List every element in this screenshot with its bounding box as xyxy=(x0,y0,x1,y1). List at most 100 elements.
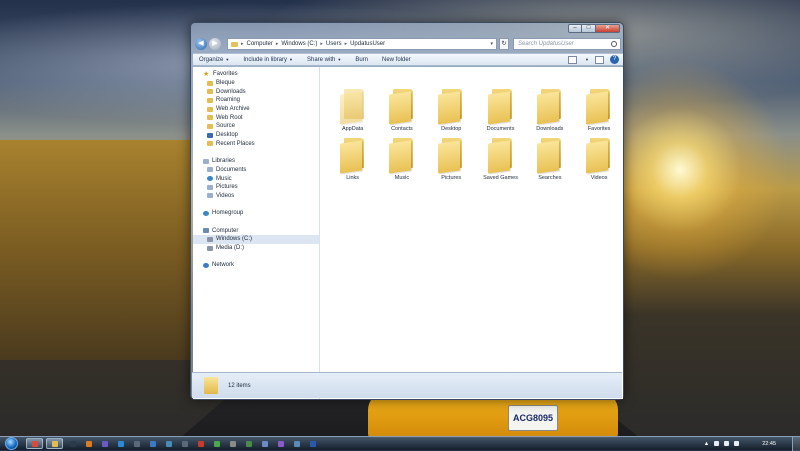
minimize-button[interactable]: – xyxy=(568,24,582,33)
refresh-button[interactable]: ↻ xyxy=(499,38,509,50)
breadcrumb-computer[interactable]: Computer xyxy=(247,41,273,47)
sidebar-item-windows-c[interactable]: Windows (C:) xyxy=(193,235,319,244)
sidebar-item-downloads[interactable]: Downloads xyxy=(193,87,319,96)
folder-item[interactable]: AppData xyxy=(328,89,377,138)
taskbar-explorer-button[interactable] xyxy=(46,438,63,449)
folder-item[interactable]: Links xyxy=(328,137,377,187)
view-controls: ▼ ? xyxy=(568,55,623,64)
taskbar-app-button[interactable] xyxy=(274,438,287,449)
organize-menu[interactable]: Organize ▼ xyxy=(199,57,229,63)
taskbar-app-button[interactable] xyxy=(258,438,271,449)
folder-item[interactable]: Documents xyxy=(476,89,525,138)
taskbar-app-button[interactable] xyxy=(162,438,175,449)
folder-item[interactable]: Pictures xyxy=(427,137,476,187)
volume-icon[interactable] xyxy=(734,441,740,446)
folder-item[interactable]: Videos xyxy=(574,137,623,187)
taskbar-app-button[interactable] xyxy=(146,438,159,449)
show-desktop-button[interactable] xyxy=(792,436,800,451)
folder-item[interactable]: Favorites xyxy=(574,89,623,138)
taskbar-app-button[interactable] xyxy=(242,438,255,449)
folder-item[interactable]: Saved Games xyxy=(476,137,525,187)
change-view-icon[interactable] xyxy=(568,55,578,64)
taskbar-word-button[interactable] xyxy=(306,438,319,449)
sidebar-item-homegroup[interactable]: Homegroup xyxy=(193,209,319,218)
sidebar-item-documents[interactable]: Documents xyxy=(193,166,319,175)
network-icon[interactable] xyxy=(724,441,730,446)
sidebar-item-recent-places[interactable]: Recent Places xyxy=(193,140,319,149)
new-folder-button[interactable]: New folder xyxy=(382,57,411,63)
chevron-down-icon[interactable]: ▼ xyxy=(585,57,589,62)
drive-icon xyxy=(207,245,213,251)
app-icon xyxy=(133,440,140,447)
title-bar[interactable]: – □ ✕ xyxy=(191,23,623,35)
taskbar-app-button[interactable] xyxy=(210,438,223,449)
breadcrumb-updatususer[interactable]: UpdatusUser xyxy=(350,41,385,47)
folder-icon xyxy=(536,89,563,125)
sidebar-item-web-root[interactable]: Web Root xyxy=(193,113,319,122)
sidebar-item-computer[interactable]: Computer xyxy=(193,226,319,235)
sidebar-item-bleque[interactable]: Bleque xyxy=(193,79,319,88)
start-button[interactable] xyxy=(5,437,18,450)
sidebar-item-label: Computer xyxy=(212,227,239,234)
address-dropdown-icon[interactable]: ▾ xyxy=(490,41,496,47)
search-icon[interactable] xyxy=(611,41,617,47)
breadcrumb-windows-c[interactable]: Windows (C:) xyxy=(281,41,317,47)
sidebar-item-music[interactable]: Music xyxy=(193,174,319,183)
command-bar: Organize ▼ Include in library ▼ Share with… xyxy=(193,53,623,66)
address-bar[interactable]: ▸ Computer ▸ Windows (C:) ▸ Users ▸ Upda… xyxy=(227,38,497,50)
preview-pane-icon[interactable] xyxy=(595,55,604,64)
sidebar-item-videos[interactable]: Videos xyxy=(193,192,319,201)
taskbar-app-button[interactable] xyxy=(226,438,239,449)
folder-name: Documents xyxy=(486,126,515,132)
folder-icon xyxy=(388,89,415,125)
taskbar-app-button[interactable] xyxy=(194,438,207,449)
flag-icon[interactable] xyxy=(714,441,720,446)
app-icon xyxy=(229,440,236,447)
sidebar-item-source[interactable]: Source xyxy=(193,122,319,131)
folder-item[interactable]: Desktop xyxy=(427,89,476,138)
include-in-library-menu[interactable]: Include in library ▼ xyxy=(243,57,293,63)
chevron-right-icon[interactable]: ▸ xyxy=(276,41,279,47)
folder-item[interactable]: Contacts xyxy=(377,89,426,138)
photoshop-icon xyxy=(117,440,124,447)
taskbar-chrome-button[interactable] xyxy=(26,438,43,449)
folder-item[interactable]: Music xyxy=(377,137,426,187)
sidebar-item-desktop[interactable]: Desktop xyxy=(193,131,319,140)
forward-button[interactable]: ▶ xyxy=(209,38,221,50)
taskbar-app-button[interactable] xyxy=(130,438,143,449)
sidebar-item-libraries[interactable]: Libraries xyxy=(193,157,319,166)
taskbar-illustrator-button[interactable] xyxy=(82,438,95,449)
sidebar-item-label: Documents xyxy=(216,166,247,173)
sidebar-item-label: Desktop xyxy=(216,132,239,139)
close-button[interactable]: ✕ xyxy=(596,24,620,33)
sidebar-item-network[interactable]: Network xyxy=(193,261,319,270)
share-with-menu[interactable]: Share with ▼ xyxy=(307,57,341,63)
help-icon[interactable]: ? xyxy=(610,55,619,64)
taskbar-media-button[interactable] xyxy=(66,438,79,449)
sidebar-item-favorites[interactable]: ★ Favorites xyxy=(193,70,319,79)
clock[interactable]: 22:45 xyxy=(762,441,776,447)
chevron-right-icon[interactable]: ▸ xyxy=(320,41,323,47)
folder-icon xyxy=(487,137,514,174)
chevron-up-icon[interactable]: ▲ xyxy=(704,441,709,447)
taskbar-after-effects-button[interactable] xyxy=(98,438,111,449)
sidebar-item-media-d[interactable]: Media (D:) xyxy=(193,244,319,253)
folder-item[interactable]: Downloads xyxy=(525,89,574,138)
taskbar-app-button[interactable] xyxy=(178,438,191,449)
search-input[interactable]: Search UpdatusUser xyxy=(513,38,621,50)
maximize-button[interactable]: □ xyxy=(582,24,596,33)
chevron-right-icon[interactable]: ▸ xyxy=(345,41,348,47)
back-button[interactable]: ◀ xyxy=(195,38,207,50)
taskbar-app-button[interactable] xyxy=(290,438,303,449)
sidebar-item-label: Music xyxy=(216,175,232,182)
folder-item[interactable]: Searches xyxy=(525,137,574,187)
taskbar-photoshop-button[interactable] xyxy=(114,438,127,449)
folder-icon xyxy=(586,89,612,125)
folder-icon xyxy=(487,89,514,125)
burn-button[interactable]: Burn xyxy=(355,57,368,63)
sidebar-item-pictures[interactable]: Pictures xyxy=(193,183,319,192)
sidebar-item-roaming[interactable]: Roaming xyxy=(193,96,319,105)
sidebar-item-web-archive[interactable]: Web Archive xyxy=(193,105,319,114)
breadcrumb-users[interactable]: Users xyxy=(326,41,342,47)
window-controls: – □ ✕ xyxy=(568,24,620,33)
